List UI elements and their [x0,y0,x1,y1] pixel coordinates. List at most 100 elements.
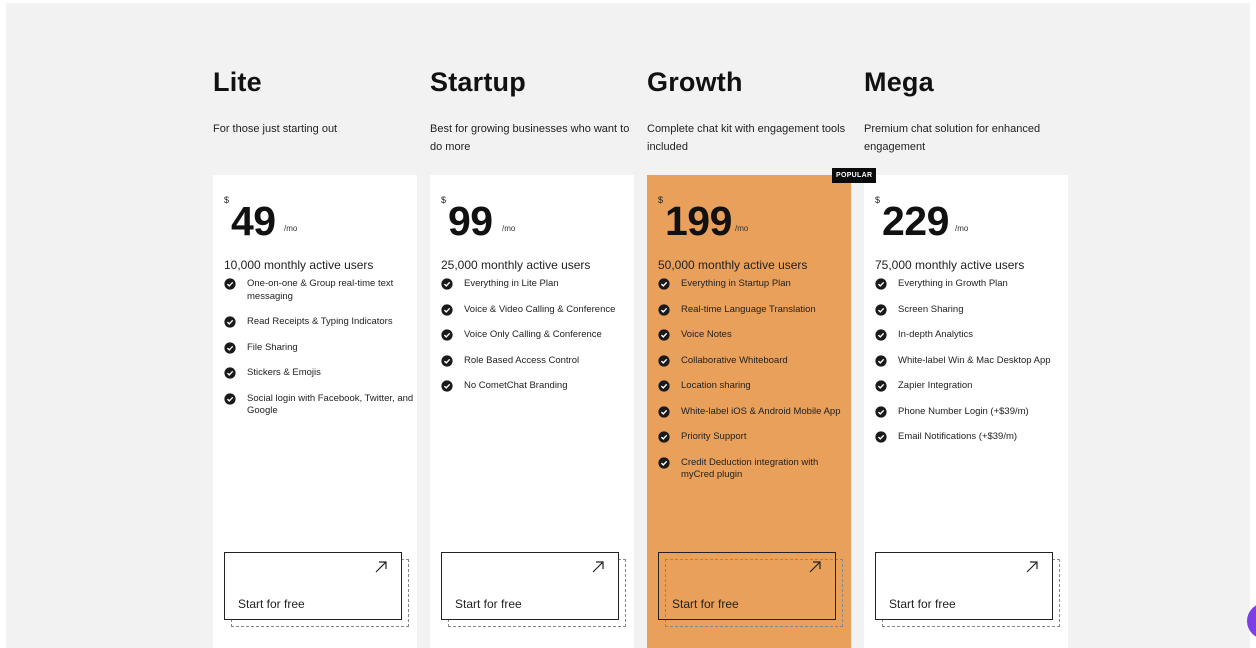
check-circle-icon [224,316,236,328]
cta-wrapper: Start for free [658,552,844,628]
check-circle-icon [658,456,670,469]
feature-list: Everything in Startup Plan Real-time Lang… [658,278,848,495]
plan-growth: Growth Complete chat kit with engagement… [647,3,851,648]
feature-item: White-label iOS & Android Mobile App [658,406,848,419]
cta-wrapper: Start for free [875,552,1061,628]
plan-header: Mega Premium chat solution for enhanced … [864,66,1084,156]
check-circle-icon [875,405,887,418]
price-period: /mo [735,224,749,233]
check-circle-icon [875,354,887,367]
feature-text: Real-time Language Translation [681,303,816,315]
check-circle-icon [224,341,236,354]
feature-text: Role Based Access Control [464,354,580,366]
price-amount: 49 [231,198,276,244]
feature-text: Stickers & Emojis [247,367,321,378]
currency-symbol: $ [224,195,230,205]
plan-name: Growth [647,67,743,97]
plan-card-featured: $ 199 /mo 50,000 monthly active users Ev… [647,175,851,648]
feature-text: Zapier Integration [898,380,973,391]
arrow-up-right-icon [809,561,821,573]
feature-text: Priority Support [681,431,747,442]
plans-grid: Lite For those just starting out $ 49 /m… [213,3,1075,648]
feature-text: Voice Only Calling & Conference [464,329,602,340]
check-circle-icon [875,303,887,316]
plan-description: Premium chat solution for enhanced engag… [864,123,1041,153]
feature-text: Read Receipts & Typing Indicators [247,316,393,327]
monthly-active-users: 75,000 monthly active users [875,258,1025,272]
currency-symbol: $ [441,195,447,205]
plan-name: Mega [864,67,934,97]
cta-label: Start for free [455,597,522,611]
plan-card: $ 99 /mo 25,000 monthly active users Eve… [430,175,634,648]
plan-header: Startup Best for growing businesses﻿ who… [430,66,650,156]
plan-startup: Startup Best for growing businesses﻿ who… [430,3,634,648]
arrow-up-right-icon [592,561,604,573]
check-circle-icon [658,431,670,443]
monthly-active-users: 10,000 monthly active users [224,258,374,272]
start-for-free-button[interactable]: Start for free [224,552,402,620]
feature-item: Stickers & Emojis [224,367,414,380]
feature-item: Role Based Access Control [441,355,631,368]
monthly-active-users: 25,000 monthly active users [441,258,591,272]
start-for-free-button[interactable]: Start for free [875,552,1053,620]
plan-description: For those just starting out [213,123,338,135]
check-circle-icon [441,380,453,392]
feature-item: Voice Notes [658,329,848,342]
feature-item: File Sharing [224,342,414,355]
cta-label: Start for free [238,597,305,611]
feature-item: Voice & Video Calling & Conference [441,304,631,317]
feature-text: Everything in Lite Plan [464,278,559,289]
feature-text: No CometChat Branding [464,380,568,391]
plan-header: Lite For those just starting out [213,66,433,138]
check-circle-icon [441,354,453,367]
feature-item: Priority Support [658,431,848,444]
check-circle-icon [875,329,887,341]
cta-wrapper: Start for free [441,552,627,628]
feature-text: Social login with Facebook, Twitter, and… [247,392,414,417]
check-circle-icon [875,380,887,392]
feature-item: Everything in Growth Plan [875,278,1065,291]
price-amount: 199 [665,198,732,244]
feature-item: Email Notifications (+$39/m) [875,431,1065,444]
feature-text: Everything in Growth Plan [898,278,1008,289]
feature-text: Voice & Video Calling & Conference [464,303,616,315]
feature-item: One-on-one & Group real-time text messag… [224,278,414,303]
feature-list: Everything in Lite Plan Voice & Video Cal… [441,278,631,406]
arrow-up-right-icon [375,561,387,573]
check-circle-icon [224,278,236,290]
start-for-free-button[interactable]: Start for free [441,552,619,620]
plan-lite: Lite For those just starting out $ 49 /m… [213,3,417,648]
cta-label: Start for free [889,597,956,611]
start-for-free-button[interactable]: Start for free [658,552,836,620]
plan-card: $ 229 /mo 75,000 monthly active users Ev… [864,175,1068,648]
check-circle-icon [441,303,453,316]
feature-text: White-label iOS & Android Mobile App [681,405,841,417]
plan-card: $ 49 /mo 10,000 monthly active users One… [213,175,417,648]
feature-item: Zapier Integration [875,380,1065,393]
monthly-active-users: 50,000 monthly active users [658,258,808,272]
feature-item: Everything in Lite Plan [441,278,631,291]
cta-label: Start for free [672,597,739,611]
check-circle-icon [658,303,670,316]
feature-text: Everything in Startup Plan [681,278,791,289]
feature-item: Phone Number Login (+$39/m) [875,406,1065,419]
feature-text: Credit Deduction integration with myCred… [681,456,819,481]
plan-description: Best for growing businesses﻿ who want to… [430,123,630,153]
popular-badge: POPULAR [832,168,877,183]
feature-item: White-label Win & Mac Desktop App [875,355,1065,368]
price-period: /mo [502,224,516,233]
feature-text: One-on-one & Group real-time text messag… [247,278,394,302]
feature-list: One-on-one & Group real-time text messag… [224,278,414,431]
feature-item: Collaborative Whiteboard [658,355,848,368]
feature-text: White-label Win & Mac Desktop App [898,354,1051,366]
feature-item: Social login with Facebook, Twitter, and… [224,393,414,418]
price-period: /mo [955,224,969,233]
feature-text: Voice Notes [681,329,732,340]
check-circle-icon [658,278,670,290]
feature-text: Phone Number Login (+$39/m) [898,405,1029,417]
feature-item: No CometChat Branding [441,380,631,393]
plan-description: Complete chat kit with engagement tools … [647,123,846,153]
feature-item: Everything in Startup Plan [658,278,848,291]
arrow-up-right-icon [1026,561,1038,573]
check-circle-icon [875,278,887,290]
